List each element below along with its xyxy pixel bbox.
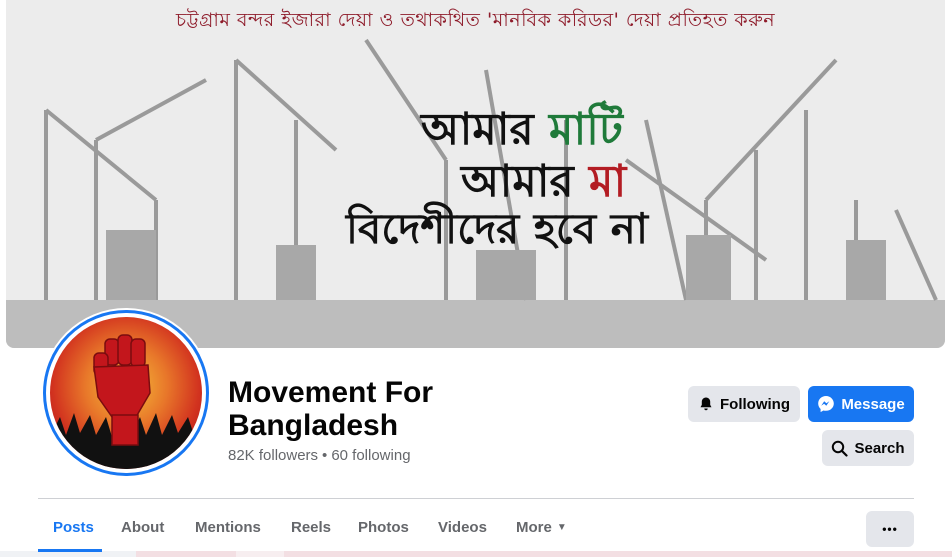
avatar: [50, 317, 202, 469]
content-strip: [0, 551, 952, 557]
tab-reels[interactable]: Reels: [291, 510, 331, 546]
more-options-icon: •••: [882, 522, 898, 536]
caret-down-icon: ▼: [556, 522, 567, 534]
following-button[interactable]: Following: [688, 386, 800, 422]
tab-more-label: More: [516, 519, 552, 536]
profile-picture[interactable]: [41, 308, 211, 478]
tab-mentions[interactable]: Mentions: [195, 510, 261, 546]
cover-photo[interactable]: চট্টগ্রাম বন্দর ইজারা দেয়া ও তথাকথিত 'ম…: [6, 0, 945, 348]
message-label: Message: [841, 395, 905, 413]
tab-photos[interactable]: Photos: [358, 510, 409, 546]
followers-count[interactable]: 82K followers: [228, 447, 318, 464]
search-icon: [832, 440, 849, 457]
header-divider: [38, 498, 914, 499]
tab-about[interactable]: About: [121, 510, 164, 546]
raised-fist-icon: [50, 317, 202, 469]
page-title: Movement For Bangladesh: [228, 376, 434, 442]
bell-icon: [700, 397, 712, 411]
messenger-icon: [818, 396, 835, 413]
search-button[interactable]: Search: [822, 430, 914, 466]
stats-separator: •: [322, 447, 328, 464]
tab-videos[interactable]: Videos: [438, 510, 487, 546]
message-button[interactable]: Message: [808, 386, 914, 422]
content-strip-light: [236, 551, 284, 557]
following-count[interactable]: 60 following: [331, 447, 410, 464]
more-options-button[interactable]: •••: [866, 511, 914, 547]
slogan-line-3: বিদেশীদের হবে না: [346, 204, 649, 253]
active-tab-indicator: [38, 549, 102, 552]
cover-headline: চট্টগ্রাম বন্দর ইজারা দেয়া ও তথাকথিত 'ম…: [175, 9, 776, 31]
following-label: Following: [720, 395, 790, 413]
search-label: Search: [854, 439, 905, 457]
follower-stats: 82K followers • 60 following: [228, 447, 411, 464]
tab-more[interactable]: More ▼: [516, 510, 567, 546]
tab-posts[interactable]: Posts: [53, 510, 94, 546]
